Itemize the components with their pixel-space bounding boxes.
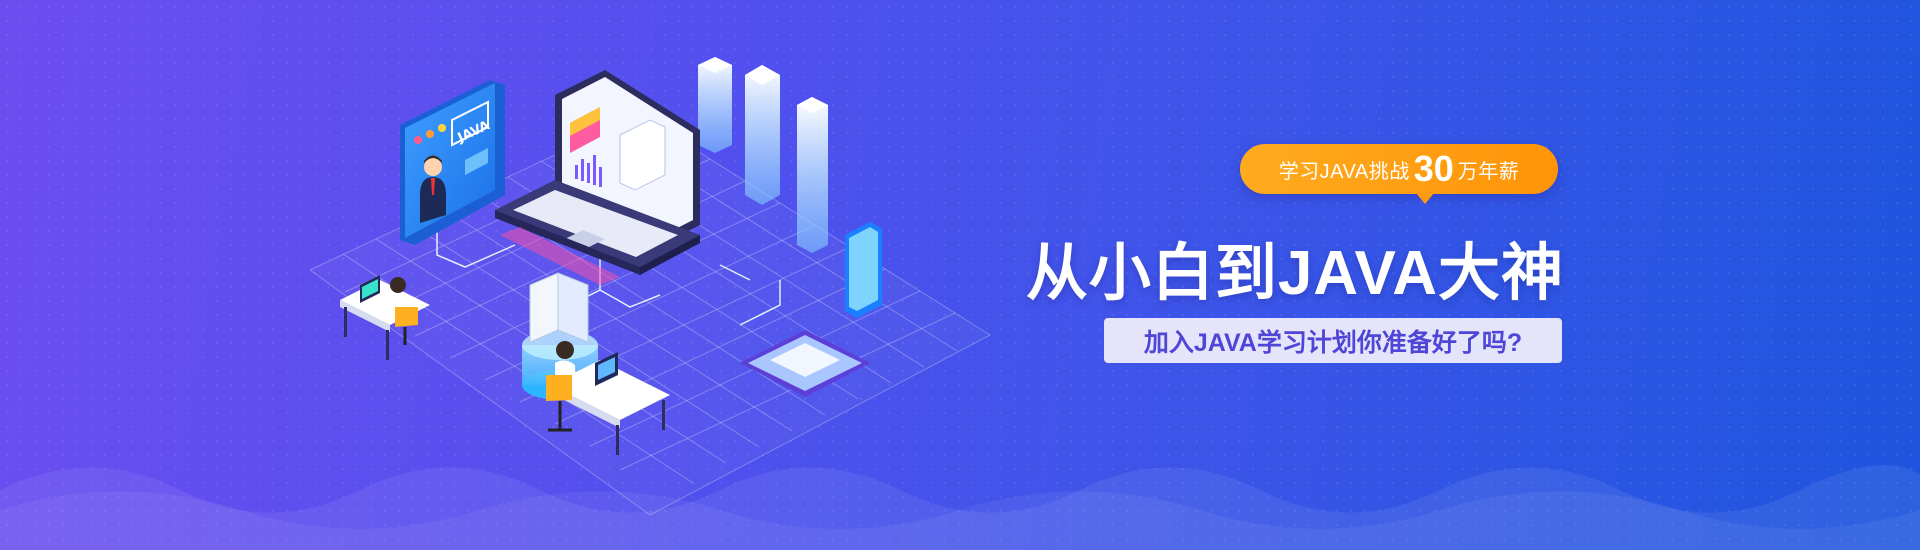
salary-promo-badge: 学习JAVA挑战 30 万年薪 (1240, 144, 1558, 204)
phone (845, 222, 882, 318)
isometric-illustration: JAVA (309, 57, 991, 515)
promo-prefix: 学习JAVA挑战 (1278, 160, 1410, 183)
join-plan-cta[interactable]: 加入JAVA学习计划你准备好了吗? (1104, 318, 1562, 363)
hero-banner[interactable]: JAVA 学习JAVA挑战 30 万年薪 从小白到JAVA大神 加入JAVA学习… (0, 0, 1920, 550)
banner-headline: 从小白到JAVA大神 (1025, 239, 1564, 308)
promo-salary-number: 30 (1413, 148, 1454, 189)
promo-suffix: 万年薪 (1457, 160, 1520, 183)
